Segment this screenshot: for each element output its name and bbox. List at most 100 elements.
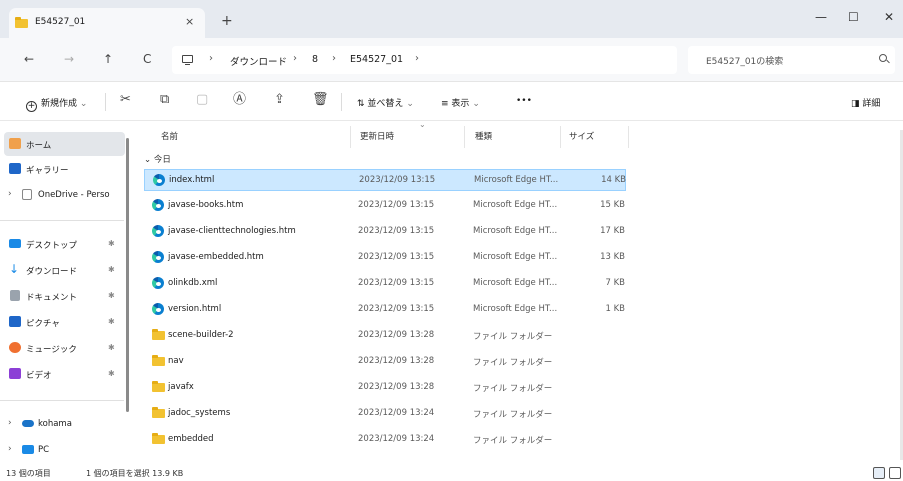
file-type: Microsoft Edge HT... [473, 252, 558, 262]
copy-icon[interactable]: ⧉ [160, 93, 169, 107]
sidebar-item-kohama[interactable]: › kohama [0, 412, 126, 436]
tiles-view-button[interactable] [889, 467, 901, 479]
search-input[interactable]: E54527_01の検索 [688, 46, 895, 74]
sort-icon: ⇅ [357, 99, 365, 109]
search-icon [879, 54, 887, 62]
column-header-type[interactable]: 種類 [475, 130, 492, 142]
table-row[interactable]: javase-books.htm 2023/12/09 13:15 Microsof… [144, 195, 626, 217]
new-tab-button[interactable]: + [221, 14, 233, 28]
table-row[interactable]: javase-embedded.htm 2023/12/09 13:15 Micro… [144, 247, 626, 269]
column-header-date[interactable]: 更新日時 [360, 130, 394, 142]
file-list: 名前 更新日時 ⌄ 種類 サイズ ⌄ 今日 index.html 2023/12/… [132, 120, 903, 465]
file-size: 17 KB [600, 226, 625, 236]
details-view-button[interactable] [873, 467, 885, 479]
file-size: 1 KB [605, 304, 625, 314]
refresh-button[interactable]: C [143, 52, 151, 66]
sidebar-item-documents[interactable]: ドキュメント ✱ [0, 284, 126, 308]
breadcrumb-item-e54527[interactable]: E54527_01 [350, 54, 403, 65]
column-header-size[interactable]: サイズ [569, 130, 594, 142]
file-name: scene-builder-2 [168, 330, 234, 340]
sort-button[interactable]: ⇅ 並べ替え ⌄ [357, 96, 414, 109]
selection-status: 1 個の項目を選択 13.9 KB [86, 469, 184, 478]
file-name: olinkdb.xml [168, 278, 218, 288]
share-icon[interactable]: ⇪ [274, 93, 285, 107]
pin-icon: ✱ [108, 291, 115, 300]
file-type: Microsoft Edge HT... [473, 200, 558, 210]
column-divider[interactable] [350, 126, 351, 148]
table-row[interactable]: embedded 2023/12/09 13:24 ファイル フォルダー [144, 429, 626, 451]
table-row[interactable]: scene-builder-2 2023/12/09 13:28 ファイル フォルダ… [144, 325, 626, 347]
back-button[interactable]: ← [24, 52, 34, 66]
sidebar-item-gallery[interactable]: ギャラリー [0, 157, 126, 181]
chevron-down-icon: ⌄ [144, 155, 152, 165]
new-button[interactable]: + 新規作成 ⌄ [26, 96, 87, 112]
minimize-button[interactable]: — [815, 10, 827, 24]
column-header-name[interactable]: 名前 [161, 130, 178, 142]
breadcrumb[interactable]: › ダウンロード › 8 › E54527_01 › [172, 46, 677, 74]
file-date: 2023/12/09 13:15 [358, 252, 435, 262]
forward-button[interactable]: → [64, 52, 74, 66]
pc-icon [22, 445, 34, 454]
pin-icon: ✱ [108, 265, 115, 274]
table-row[interactable]: javase-clienttechnologies.htm 2023/12/09 … [144, 221, 626, 243]
file-date: 2023/12/09 13:15 [358, 278, 435, 288]
item-count: 13 個の項目 [6, 469, 51, 478]
sidebar-item-label: ミュージック [26, 345, 77, 355]
pin-icon: ✱ [108, 369, 115, 378]
rename-icon[interactable]: Ⓐ [233, 93, 246, 107]
divider [0, 220, 124, 221]
status-bar: 13 個の項目 1 個の項目を選択 13.9 KB [0, 465, 903, 481]
close-tab-button[interactable]: × [185, 15, 194, 28]
sidebar-item-videos[interactable]: ビデオ ✱ [0, 362, 126, 386]
maximize-button[interactable]: ☐ [848, 10, 859, 24]
delete-icon[interactable]: 🗑 [312, 93, 329, 107]
file-name: nav [168, 356, 184, 366]
tab-e54527[interactable]: E54527_01 × [9, 8, 205, 38]
sidebar-item-pc[interactable]: › PC [0, 438, 126, 462]
file-name: javafx [168, 382, 194, 392]
file-date: 2023/12/09 13:24 [358, 408, 435, 418]
column-divider[interactable] [560, 126, 561, 148]
close-window-button[interactable]: ✕ [884, 10, 894, 24]
table-row[interactable]: index.html 2023/12/09 13:15 Microsoft Edge… [144, 169, 626, 191]
sidebar-scrollbar[interactable] [126, 138, 129, 412]
table-row[interactable]: olinkdb.xml 2023/12/09 13:15 Microsoft Edg… [144, 273, 626, 295]
more-button[interactable]: ••• [516, 96, 532, 106]
up-button[interactable]: ↑ [103, 52, 113, 66]
sidebar-item-onedrive[interactable]: › OneDrive - Perso [0, 183, 126, 207]
table-row[interactable]: javafx 2023/12/09 13:28 ファイル フォルダー [144, 377, 626, 399]
table-row[interactable]: jadoc_systems 2023/12/09 13:24 ファイル フォルダー [144, 403, 626, 425]
details-button[interactable]: ◨ 詳細 [851, 96, 880, 109]
breadcrumb-item-downloads[interactable]: ダウンロード [230, 54, 287, 68]
sidebar-item-home[interactable]: ホーム [4, 132, 125, 156]
view-button[interactable]: ≡ 表示 ⌄ [441, 96, 480, 109]
chevron-right-icon[interactable]: › [8, 444, 12, 454]
group-header-today[interactable]: ⌄ 今日 [144, 153, 171, 165]
paste-icon[interactable]: ▢ [196, 93, 208, 107]
sidebar-item-downloads[interactable]: ↓ ダウンロード ✱ [0, 258, 126, 282]
video-icon [9, 368, 21, 379]
table-row[interactable]: version.html 2023/12/09 13:15 Microsoft Ed… [144, 299, 626, 321]
sidebar-item-music[interactable]: ミュージック ✱ [0, 336, 126, 360]
column-divider[interactable] [628, 126, 629, 148]
cloud-icon [22, 420, 34, 427]
chevron-right-icon[interactable]: › [8, 418, 12, 428]
title-bar: E54527_01 × + — ☐ ✕ [0, 0, 903, 38]
file-type: ファイル フォルダー [473, 384, 553, 394]
table-row[interactable]: nav 2023/12/09 13:28 ファイル フォルダー [144, 351, 626, 373]
file-type: ファイル フォルダー [473, 436, 553, 446]
cut-icon[interactable]: ✂ [120, 93, 131, 107]
chevron-right-icon[interactable]: › [8, 189, 12, 199]
file-date: 2023/12/09 13:15 [358, 226, 435, 236]
pin-icon: ✱ [108, 239, 115, 248]
sidebar-item-pictures[interactable]: ピクチャ ✱ [0, 310, 126, 334]
breadcrumb-item-8[interactable]: 8 [312, 54, 318, 65]
folder-icon [152, 381, 165, 392]
sidebar-item-desktop[interactable]: デスクトップ ✱ [0, 232, 126, 256]
chevron-right-icon: › [293, 53, 297, 64]
sidebar-item-label: OneDrive - Perso [38, 190, 110, 200]
address-bar: ← → ↑ C › ダウンロード › 8 › E54527_01 › E5452… [0, 38, 903, 82]
column-divider[interactable] [464, 126, 465, 148]
sidebar-item-label: ピクチャ [26, 319, 60, 329]
file-size: 14 KB [601, 175, 626, 185]
